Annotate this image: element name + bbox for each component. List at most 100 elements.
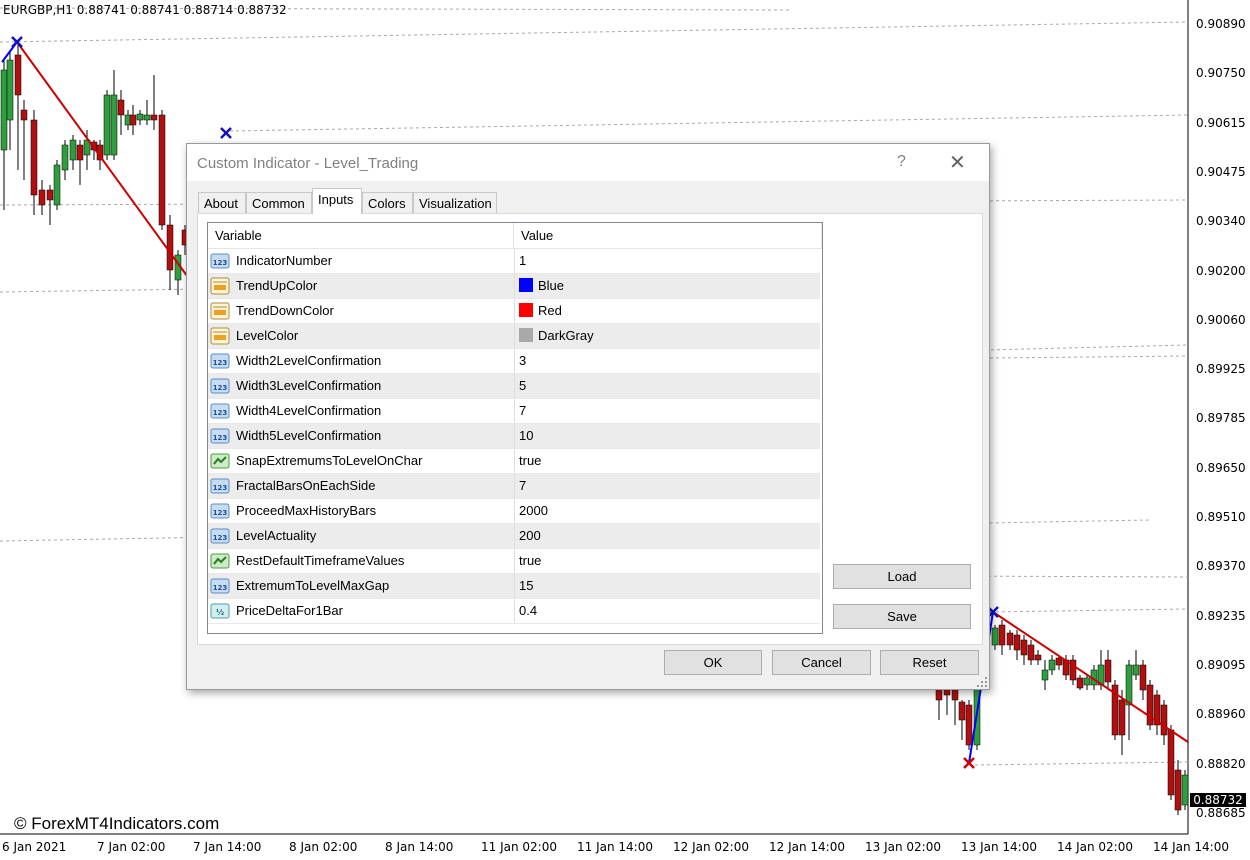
column-header-value[interactable]: Value: [514, 223, 822, 248]
close-icon[interactable]: ✕: [949, 150, 966, 175]
price-axis-label: 0.90060: [1196, 312, 1246, 327]
tab-visualization[interactable]: Visualization: [413, 192, 497, 213]
time-axis-label: 13 Jan 14:00: [961, 840, 1037, 854]
input-row[interactable]: ½ PriceDeltaFor1Bar 0.4: [208, 599, 820, 624]
value-cell[interactable]: 0.4: [514, 599, 820, 623]
time-axis-label: 8 Jan 14:00: [385, 840, 454, 854]
dialog-titlebar[interactable]: Custom Indicator - Level_Trading ? ✕: [187, 144, 989, 181]
variable-name: ProceedMaxHistoryBars: [236, 503, 377, 518]
candle-body: [1125, 664, 1133, 706]
variable-cell[interactable]: ½ PriceDeltaFor1Bar: [208, 599, 515, 623]
value-cell[interactable]: 15: [514, 574, 820, 598]
int-icon: 123: [210, 376, 230, 396]
input-row[interactable]: 123 Width5LevelConfirmation 10: [208, 424, 820, 449]
candle-body: [998, 624, 1006, 646]
svg-text:123: 123: [213, 409, 228, 417]
input-row[interactable]: 123 ProceedMaxHistoryBars 2000: [208, 499, 820, 524]
input-row[interactable]: LevelColor DarkGray: [208, 324, 820, 349]
time-axis-label: 6 Jan 2021: [2, 840, 67, 854]
input-row[interactable]: SnapExtremumsToLevelOnChar true: [208, 449, 820, 474]
input-row[interactable]: TrendDownColor Red: [208, 299, 820, 324]
ok-button[interactable]: OK: [664, 650, 762, 675]
svg-text:123: 123: [213, 534, 228, 542]
candle-body: [38, 189, 46, 206]
tab-inputs[interactable]: Inputs: [312, 188, 362, 214]
variable-cell[interactable]: 123 Width5LevelConfirmation: [208, 424, 515, 448]
variable-cell[interactable]: TrendUpColor: [208, 274, 515, 298]
column-header-variable[interactable]: Variable: [208, 223, 514, 248]
input-row[interactable]: 123 Width2LevelConfirmation 3: [208, 349, 820, 374]
input-row[interactable]: 123 LevelActuality 200: [208, 524, 820, 549]
int-icon: 123: [210, 476, 230, 496]
resize-grip-icon[interactable]: [977, 677, 987, 687]
level-line: [0, 21, 1189, 43]
tab-common[interactable]: Common: [246, 192, 312, 213]
candle-body: [129, 114, 137, 126]
int-icon: 123: [210, 251, 230, 271]
variable-value: DarkGray: [538, 328, 594, 343]
value-cell[interactable]: true: [514, 549, 820, 573]
variable-cell[interactable]: 123 IndicatorNumber: [208, 249, 515, 273]
value-cell[interactable]: 10: [514, 424, 820, 448]
value-cell[interactable]: Blue: [514, 274, 820, 298]
input-row[interactable]: 123 Width4LevelConfirmation 7: [208, 399, 820, 424]
variable-name: TrendUpColor: [236, 278, 318, 293]
candle-body: [1020, 639, 1028, 656]
variable-cell[interactable]: TrendDownColor: [208, 299, 515, 323]
candle-body: [1041, 669, 1049, 681]
input-row[interactable]: 123 ExtremumToLevelMaxGap 15: [208, 574, 820, 599]
value-cell[interactable]: 7: [514, 399, 820, 423]
variable-value: Red: [538, 303, 562, 318]
variable-cell[interactable]: 123 FractalBarsOnEachSide: [208, 474, 515, 498]
variable-cell[interactable]: 123 Width3LevelConfirmation: [208, 374, 515, 398]
time-axis-label: 7 Jan 02:00: [97, 840, 166, 854]
value-cell[interactable]: 1: [514, 249, 820, 273]
candle-body: [76, 144, 84, 161]
input-row[interactable]: 123 FractalBarsOnEachSide 7: [208, 474, 820, 499]
candle-body: [6, 59, 14, 121]
value-cell[interactable]: 5: [514, 374, 820, 398]
variable-value: 10: [519, 428, 534, 443]
variable-cell[interactable]: LevelColor: [208, 324, 515, 348]
cancel-button[interactable]: Cancel: [772, 650, 871, 675]
value-cell[interactable]: Red: [514, 299, 820, 323]
variable-name: Width4LevelConfirmation: [236, 403, 382, 418]
variable-cell[interactable]: RestDefaultTimeframeValues: [208, 549, 515, 573]
help-icon[interactable]: ?: [897, 153, 906, 171]
variable-cell[interactable]: 123 ProceedMaxHistoryBars: [208, 499, 515, 523]
input-row[interactable]: 123 Width3LevelConfirmation 5: [208, 374, 820, 399]
load-button[interactable]: Load: [833, 564, 971, 589]
price-axis-label: 0.90890: [1196, 17, 1246, 31]
price-axis-label: 0.90200: [1196, 263, 1246, 278]
inputs-grid[interactable]: Variable Value 123 IndicatorNumber 1 TrendU…: [207, 222, 823, 634]
input-row[interactable]: 123 IndicatorNumber 1: [208, 249, 820, 274]
reset-button[interactable]: Reset: [880, 650, 979, 675]
variable-value: 1: [519, 253, 527, 268]
value-cell[interactable]: 2000: [514, 499, 820, 523]
level-line: [989, 355, 1189, 359]
value-cell[interactable]: 3: [514, 349, 820, 373]
price-axis-label: 0.89095: [1196, 657, 1246, 672]
candle-body: [1174, 769, 1182, 811]
variable-cell[interactable]: 123 LevelActuality: [208, 524, 515, 548]
value-cell[interactable]: 7: [514, 474, 820, 498]
svg-text:123: 123: [213, 509, 228, 517]
variable-cell[interactable]: SnapExtremumsToLevelOnChar: [208, 449, 515, 473]
input-row[interactable]: TrendUpColor Blue: [208, 274, 820, 299]
candle-body: [0, 69, 8, 151]
variable-cell[interactable]: 123 Width4LevelConfirmation: [208, 399, 515, 423]
value-cell[interactable]: true: [514, 449, 820, 473]
variable-value: 5: [519, 378, 527, 393]
candle-body: [1076, 677, 1084, 689]
value-cell[interactable]: 200: [514, 524, 820, 548]
variable-cell[interactable]: 123 Width2LevelConfirmation: [208, 349, 515, 373]
time-axis-label: 14 Jan 14:00: [1153, 840, 1229, 854]
variable-cell[interactable]: 123 ExtremumToLevelMaxGap: [208, 574, 515, 598]
input-row[interactable]: RestDefaultTimeframeValues true: [208, 549, 820, 574]
tab-colors[interactable]: Colors: [362, 192, 413, 213]
candle-body: [1027, 644, 1035, 661]
int-icon: 123: [210, 576, 230, 596]
value-cell[interactable]: DarkGray: [514, 324, 820, 348]
save-button[interactable]: Save: [833, 604, 971, 629]
tab-about[interactable]: About: [198, 192, 246, 213]
